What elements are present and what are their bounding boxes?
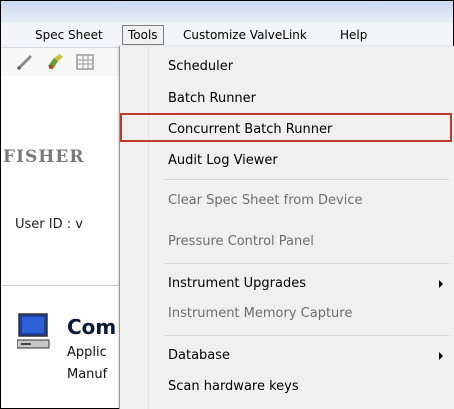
- menu-item-pressure-control-panel: Pressure Control Panel: [168, 234, 314, 249]
- section-divider: [1, 285, 131, 286]
- menu-help[interactable]: Help: [335, 26, 372, 44]
- tools-dropdown-menu: Scheduler Batch Runner Concurrent Batch …: [119, 46, 454, 409]
- menu-item-batch-runner[interactable]: Batch Runner: [168, 89, 256, 109]
- menu-bar: Spec Sheet Tools Customize ValveLink Hel…: [1, 23, 453, 48]
- brand-logo: FISHER: [3, 147, 85, 167]
- grid-icon[interactable]: [75, 52, 95, 72]
- submenu-arrow-icon: [439, 352, 443, 360]
- menu-separator: [164, 335, 449, 336]
- menu-item-clear-spec-sheet: Clear Spec Sheet from Device: [168, 193, 363, 208]
- user-id-label: User ID : v: [15, 217, 83, 232]
- manufacturer-label: Manuf: [67, 367, 108, 382]
- menu-item-audit-log-viewer[interactable]: Audit Log Viewer: [168, 151, 278, 171]
- pencil-icon[interactable]: [15, 52, 35, 72]
- menu-customize-valvelink[interactable]: Customize ValveLink: [178, 26, 312, 44]
- menu-separator: [164, 179, 449, 180]
- menu-tools[interactable]: Tools: [122, 25, 164, 45]
- toolbar: [1, 48, 131, 76]
- tools-wrench-icon[interactable]: [45, 52, 65, 72]
- menu-item-instrument-upgrades[interactable]: Instrument Upgrades: [168, 274, 438, 294]
- application-label: Applic: [67, 345, 107, 360]
- submenu-arrow-icon: [439, 280, 443, 288]
- menu-icon-gutter: [120, 46, 149, 409]
- highlight-annotation-box: [120, 113, 452, 142]
- menu-spec-sheet[interactable]: Spec Sheet: [30, 26, 108, 44]
- title-strip: [1, 1, 453, 23]
- menu-item-scan-hardware-keys[interactable]: Scan hardware keys: [168, 377, 299, 397]
- menu-separator: [164, 263, 449, 264]
- section-title: Com: [67, 315, 117, 339]
- menu-item-scheduler[interactable]: Scheduler: [168, 57, 233, 77]
- menu-item-database[interactable]: Database: [168, 346, 230, 366]
- computer-icon: [17, 313, 50, 349]
- menu-item-instrument-memory-capture: Instrument Memory Capture: [168, 306, 353, 321]
